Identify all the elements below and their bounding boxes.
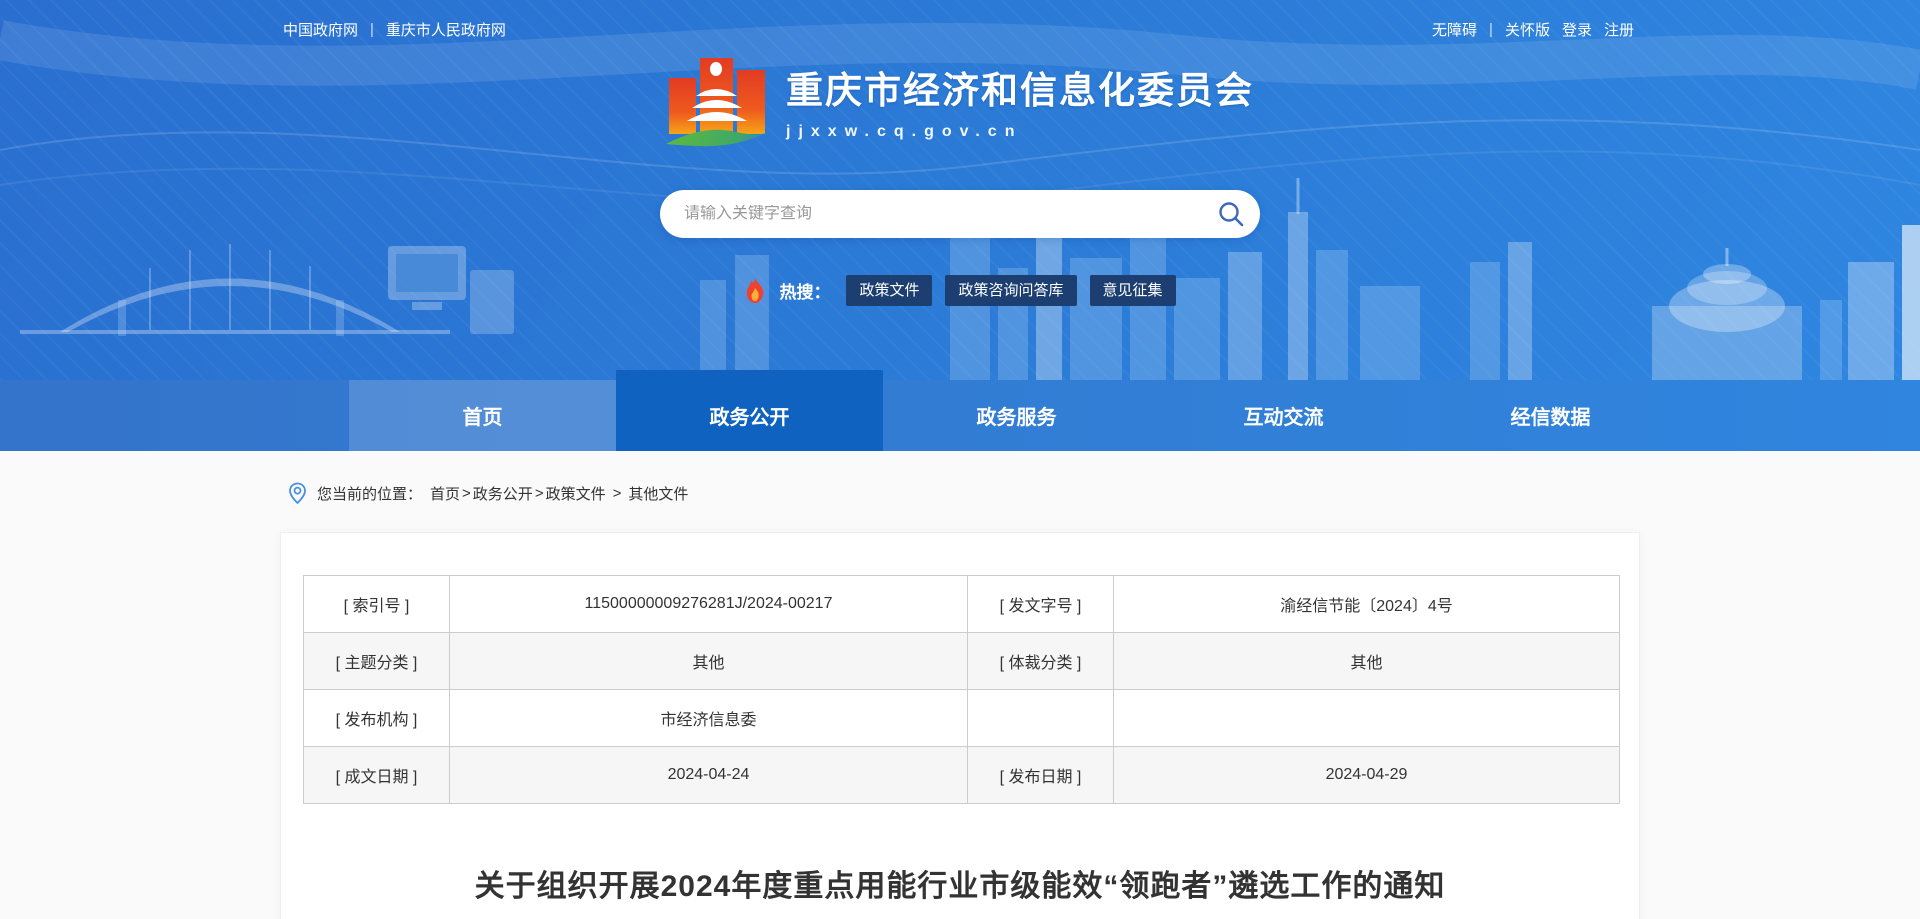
meta-label-doc-number: [ 发文字号 ] [968, 576, 1114, 633]
link-cq-gov[interactable]: 重庆市人民政府网 [386, 19, 506, 40]
meta-label-written-date: [ 成文日期 ] [304, 747, 450, 804]
search-input[interactable] [684, 205, 1210, 223]
brand-text: 重庆市经济和信息化委员会 jjxxw.cq.gov.cn [786, 60, 1254, 141]
topbar-left: 中国政府网 | 重庆市人民政府网 [283, 19, 506, 40]
meta-label-subject-category: [ 主题分类 ] [304, 633, 450, 690]
nav-item-gov-disclosure[interactable]: 政务公开 [616, 370, 883, 451]
site-brand: 重庆市经济和信息化委员会 jjxxw.cq.gov.cn [0, 52, 1920, 148]
topbar-divider: | [1489, 21, 1493, 38]
link-care-version[interactable]: 关怀版 [1505, 19, 1550, 40]
link-china-gov[interactable]: 中国政府网 [283, 19, 358, 40]
meta-value-genre-category: 其他 [1114, 633, 1620, 690]
site-domain: jjxxw.cq.gov.cn [786, 123, 1254, 141]
link-login[interactable]: 登录 [1562, 19, 1592, 40]
meta-row-issuer: [ 发布机构 ] 市经济信息委 [304, 690, 1620, 747]
meta-value-written-date: 2024-04-24 [450, 747, 968, 804]
meta-value-doc-number: 渝经信节能〔2024〕4号 [1114, 576, 1620, 633]
search-box [660, 190, 1260, 238]
meta-row-category: [ 主题分类 ] 其他 [ 体裁分类 ] 其他 [304, 633, 1620, 690]
meta-value-subject-category: 其他 [450, 633, 968, 690]
breadcrumb-home[interactable]: 首页 [430, 483, 460, 504]
nav-item-gov-services[interactable]: 政务服务 [883, 380, 1150, 451]
flame-icon [744, 278, 766, 304]
meta-value-issuing-agency: 市经济信息委 [450, 690, 968, 747]
meta-row-dates: [ 成文日期 ] 2024-04-24 [ 发布日期 ] 2024-04-29 [304, 747, 1620, 804]
hot-link-policy-qa[interactable]: 政策咨询问答库 [945, 275, 1076, 306]
topbar-right: 无障碍 | 关怀版 登录 注册 [1432, 19, 1634, 40]
content-card: [ 索引号 ] 11500000009276281J/2024-00217 [ … [280, 532, 1640, 919]
hot-link-opinion-collect[interactable]: 意见征集 [1090, 275, 1176, 306]
meta-label-issuing-agency: [ 发布机构 ] [304, 690, 450, 747]
breadcrumb-separator: > [613, 485, 622, 502]
topbar: 中国政府网 | 重庆市人民政府网 无障碍 | 关怀版 登录 注册 [0, 0, 1920, 40]
hot-search-label: 热搜： [779, 278, 830, 303]
meta-label-publish-date: [ 发布日期 ] [968, 747, 1114, 804]
hot-link-policy-files[interactable]: 政策文件 [846, 275, 932, 306]
nav-item-econ-data[interactable]: 经信数据 [1417, 380, 1684, 451]
meta-label-genre-category: [ 体裁分类 ] [968, 633, 1114, 690]
breadcrumb-other-files[interactable]: 其他文件 [628, 483, 688, 504]
meta-row-index-number: [ 索引号 ] 11500000009276281J/2024-00217 [ … [304, 576, 1620, 633]
breadcrumb-separator: > [535, 485, 544, 502]
search-button[interactable] [1210, 193, 1252, 235]
link-register[interactable]: 注册 [1604, 19, 1634, 40]
link-accessibility[interactable]: 无障碍 [1432, 19, 1477, 40]
site-title: 重庆市经济和信息化委员会 [786, 60, 1254, 114]
site-banner: 中国政府网 | 重庆市人民政府网 无障碍 | 关怀版 登录 注册 [0, 0, 1920, 380]
doc-meta-table: [ 索引号 ] 11500000009276281J/2024-00217 [ … [303, 575, 1620, 804]
meta-value-empty [1114, 690, 1620, 747]
meta-label-index-number: [ 索引号 ] [304, 576, 450, 633]
search-icon [1217, 200, 1245, 228]
topbar-divider: | [370, 21, 374, 38]
location-pin-icon [288, 482, 307, 505]
breadcrumb-prefix: 您当前的位置： [317, 483, 422, 504]
breadcrumb-policy-files[interactable]: 政策文件 [546, 483, 606, 504]
site-logo-icon [666, 52, 768, 148]
meta-value-publish-date: 2024-04-29 [1114, 747, 1620, 804]
nav-item-interaction[interactable]: 互动交流 [1150, 380, 1417, 451]
breadcrumb: 您当前的位置： 首页 > 政务公开 > 政策文件 > 其他文件 [0, 451, 1920, 505]
nav-item-home[interactable]: 首页 [349, 380, 616, 451]
document-title: 关于组织开展2024年度重点用能行业市级能效“领跑者”遴选工作的通知 [303, 861, 1617, 905]
breadcrumb-gov-disclosure[interactable]: 政务公开 [473, 483, 533, 504]
hot-search-row: 热搜： 政策文件 政策咨询问答库 意见征集 [0, 275, 1920, 306]
meta-value-index-number: 11500000009276281J/2024-00217 [450, 576, 968, 633]
breadcrumb-separator: > [462, 485, 471, 502]
meta-label-empty [968, 690, 1114, 747]
main-nav: 首页 政务公开 政务服务 互动交流 经信数据 [0, 380, 1920, 451]
